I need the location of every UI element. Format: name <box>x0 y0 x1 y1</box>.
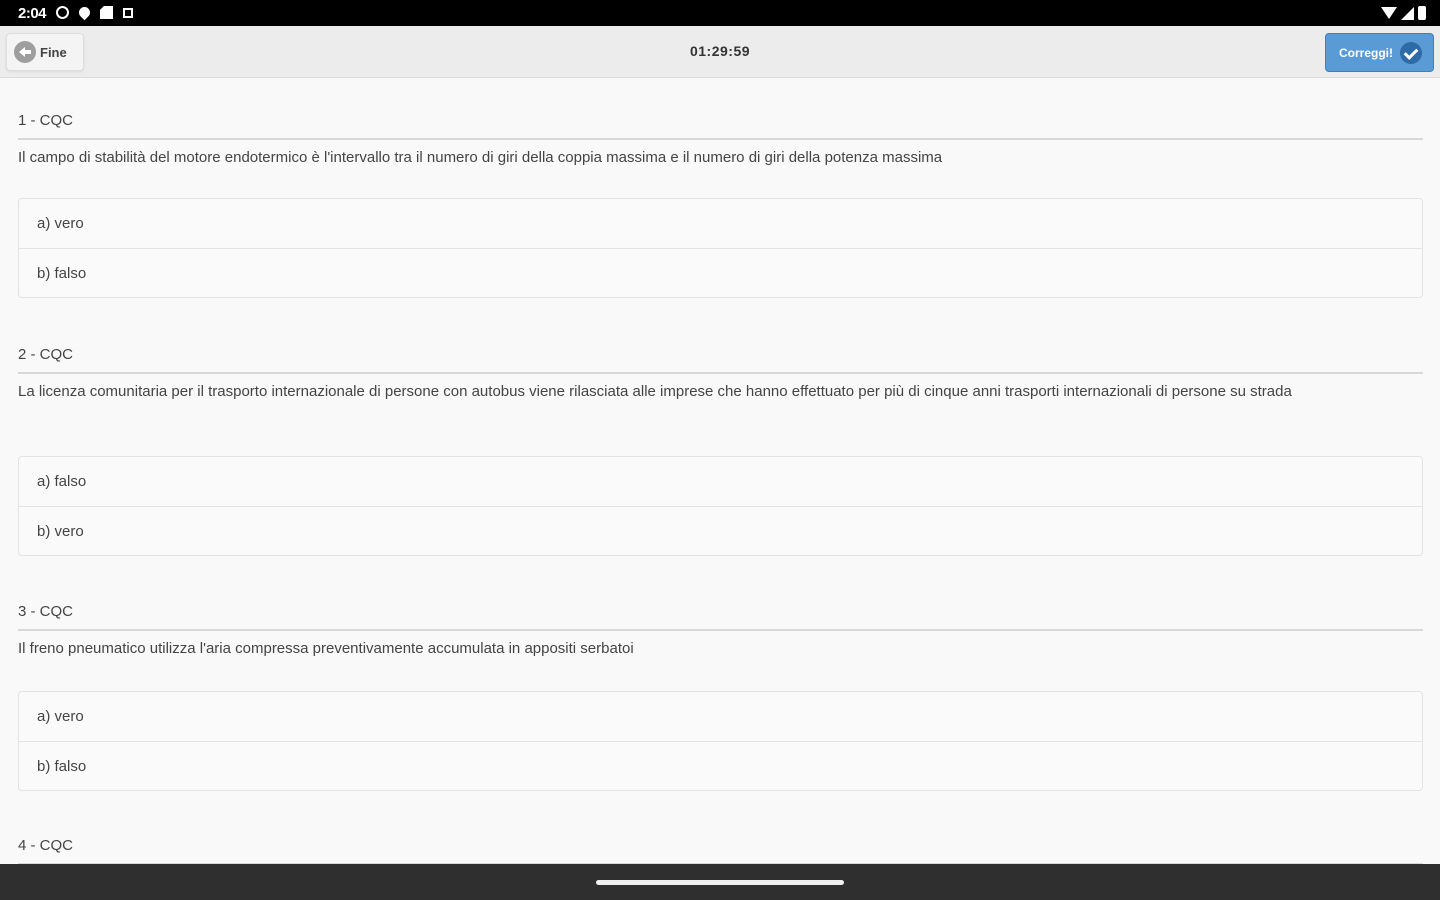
signal-icon <box>1401 6 1414 20</box>
status-bar: 2:04 <box>0 0 1440 26</box>
answer-option-b[interactable]: b) vero <box>19 506 1422 555</box>
question-header: 2 - CQC <box>18 346 1423 374</box>
check-circle-icon <box>1400 41 1422 64</box>
header-toolbar: Fine 01:29:59 Correggi! <box>0 26 1440 78</box>
answer-option-a[interactable]: a) vero <box>19 692 1422 741</box>
answer-option-a[interactable]: a) falso <box>19 457 1422 506</box>
status-time: 2:04 <box>18 5 47 22</box>
question-text: Il freno pneumatico utilizza l'aria comp… <box>18 640 634 657</box>
answer-list: a) vero b) falso <box>18 691 1423 791</box>
answer-option-a[interactable]: a) vero <box>19 199 1422 248</box>
status-icons-right <box>1381 6 1426 20</box>
answer-option-b[interactable]: b) falso <box>19 248 1422 297</box>
question-1: 1 - CQC Il campo di stabilità del motore… <box>18 112 1423 298</box>
question-header: 4 - CQC <box>18 837 1423 864</box>
sd-card-icon <box>100 6 113 19</box>
home-gesture-handle[interactable] <box>596 880 844 885</box>
question-2: 2 - CQC La licenza comunitaria per il tr… <box>18 346 1423 556</box>
correct-button[interactable]: Correggi! <box>1325 33 1434 72</box>
answer-option-b[interactable]: b) falso <box>19 741 1422 790</box>
quiz-content[interactable]: 1 - CQC Il campo di stabilità del motore… <box>0 78 1440 864</box>
location-pin-icon <box>76 4 93 21</box>
wifi-icon <box>1381 7 1397 19</box>
question-text: Il campo di stabilità del motore endoter… <box>18 149 943 166</box>
countdown-timer: 01:29:59 <box>689 43 751 59</box>
question-header: 3 - CQC <box>18 603 1423 631</box>
data-saver-icon <box>56 6 69 19</box>
correct-button-label: Correggi! <box>1339 45 1393 60</box>
answer-list: a) falso b) vero <box>18 456 1423 556</box>
question-3: 3 - CQC Il freno pneumatico utilizza l'a… <box>18 603 1423 791</box>
navigation-bar <box>0 864 1440 900</box>
status-icons-left <box>56 4 133 21</box>
battery-icon <box>1418 6 1426 20</box>
notification-square-icon <box>123 7 133 18</box>
answer-list: a) vero b) falso <box>18 198 1423 298</box>
question-text: La licenza comunitaria per il trasporto … <box>18 383 1292 400</box>
question-header: 1 - CQC <box>18 112 1423 140</box>
question-4: 4 - CQC <box>18 837 1423 864</box>
